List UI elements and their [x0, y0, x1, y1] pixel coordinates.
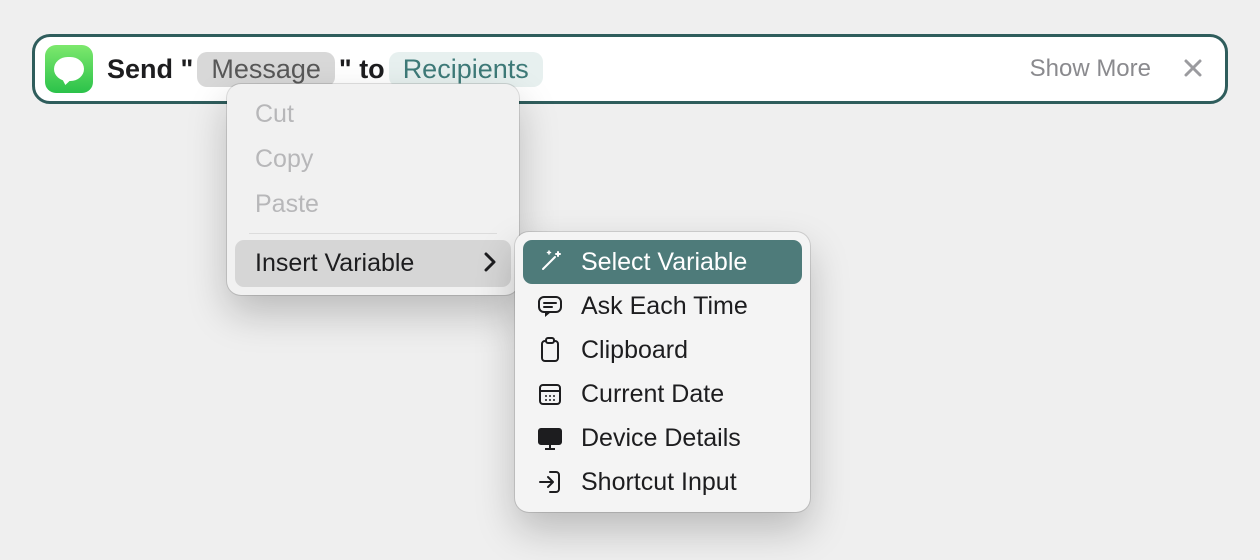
text-send-prefix: Send ": [107, 54, 193, 85]
clipboard-icon: [535, 335, 565, 365]
menu-item-insert-variable[interactable]: Insert Variable: [235, 240, 511, 287]
monitor-icon: [535, 423, 565, 453]
calendar-icon: [535, 379, 565, 409]
action-text: Send " Message " to Recipients: [107, 52, 543, 87]
submenu-label: Shortcut Input: [581, 468, 737, 497]
speech-bubble-icon: [54, 57, 84, 81]
insert-variable-submenu: Select Variable Ask Each Time Clipboard: [515, 232, 810, 512]
magic-wand-icon: [535, 247, 565, 277]
submenu-item-ask-each-time[interactable]: Ask Each Time: [523, 284, 802, 328]
submenu-label: Clipboard: [581, 336, 688, 365]
recipients-token[interactable]: Recipients: [389, 52, 543, 87]
input-arrow-icon: [535, 467, 565, 497]
chevron-right-icon: [483, 248, 497, 279]
send-message-action: Send " Message " to Recipients Show More: [32, 34, 1228, 104]
submenu-label: Current Date: [581, 380, 724, 409]
menu-item-cut[interactable]: Cut: [235, 92, 511, 137]
submenu-item-current-date[interactable]: Current Date: [523, 372, 802, 416]
submenu-item-device-details[interactable]: Device Details: [523, 416, 802, 460]
close-icon[interactable]: [1179, 50, 1207, 89]
menu-item-paste[interactable]: Paste: [235, 182, 511, 227]
submenu-label: Device Details: [581, 424, 741, 453]
message-token[interactable]: Message: [197, 52, 335, 87]
submenu-item-clipboard[interactable]: Clipboard: [523, 328, 802, 372]
insert-variable-label: Insert Variable: [255, 249, 414, 278]
speech-lines-icon: [535, 291, 565, 321]
menu-item-copy[interactable]: Copy: [235, 137, 511, 182]
messages-app-icon: [45, 45, 93, 93]
submenu-item-shortcut-input[interactable]: Shortcut Input: [523, 460, 802, 504]
context-menu: Cut Copy Paste Insert Variable: [227, 84, 519, 295]
menu-divider: [249, 233, 497, 234]
submenu-label: Ask Each Time: [581, 292, 748, 321]
submenu-label: Select Variable: [581, 248, 747, 277]
submenu-item-select-variable[interactable]: Select Variable: [523, 240, 802, 284]
text-middle: " to: [339, 54, 385, 85]
show-more-button[interactable]: Show More: [1030, 55, 1151, 83]
